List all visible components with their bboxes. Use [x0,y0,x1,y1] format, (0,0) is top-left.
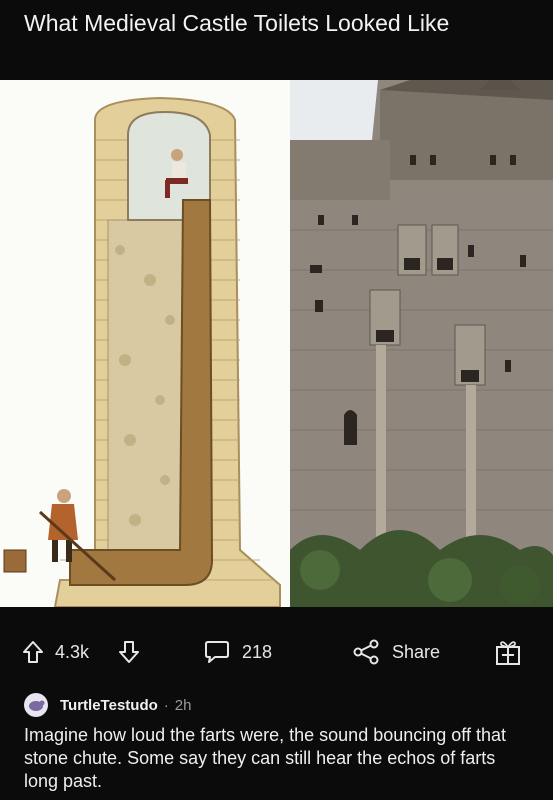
comment-header: TurtleTestudo · 2h [24,692,191,718]
turtle-avatar-icon [29,700,45,711]
comments-button[interactable]: 218 [204,638,272,666]
upvote-button[interactable] [22,638,44,666]
comment-username[interactable]: TurtleTestudo [60,697,158,714]
separator-dot: · [163,696,169,714]
share-button[interactable]: Share [352,638,440,666]
downvote-button[interactable] [118,638,140,666]
comment-count: 218 [242,641,273,662]
share-icon [353,639,379,665]
post-image[interactable] [0,80,553,607]
comment-text: Imagine how loud the farts were, the sou… [24,725,506,791]
arrow-up-icon [23,641,43,663]
gift-icon [496,641,520,665]
speech-bubble-icon [205,641,229,663]
comment-time: 2h [174,696,192,714]
arrow-down-icon [119,641,139,663]
avatar[interactable] [24,693,48,717]
award-button[interactable] [494,638,522,666]
vote-count: 4.3k [55,641,90,662]
action-bar: 4.3k 218 Share [0,632,553,672]
post-title: What Medieval Castle Toilets Looked Like [24,10,450,36]
share-label: Share [392,641,441,662]
